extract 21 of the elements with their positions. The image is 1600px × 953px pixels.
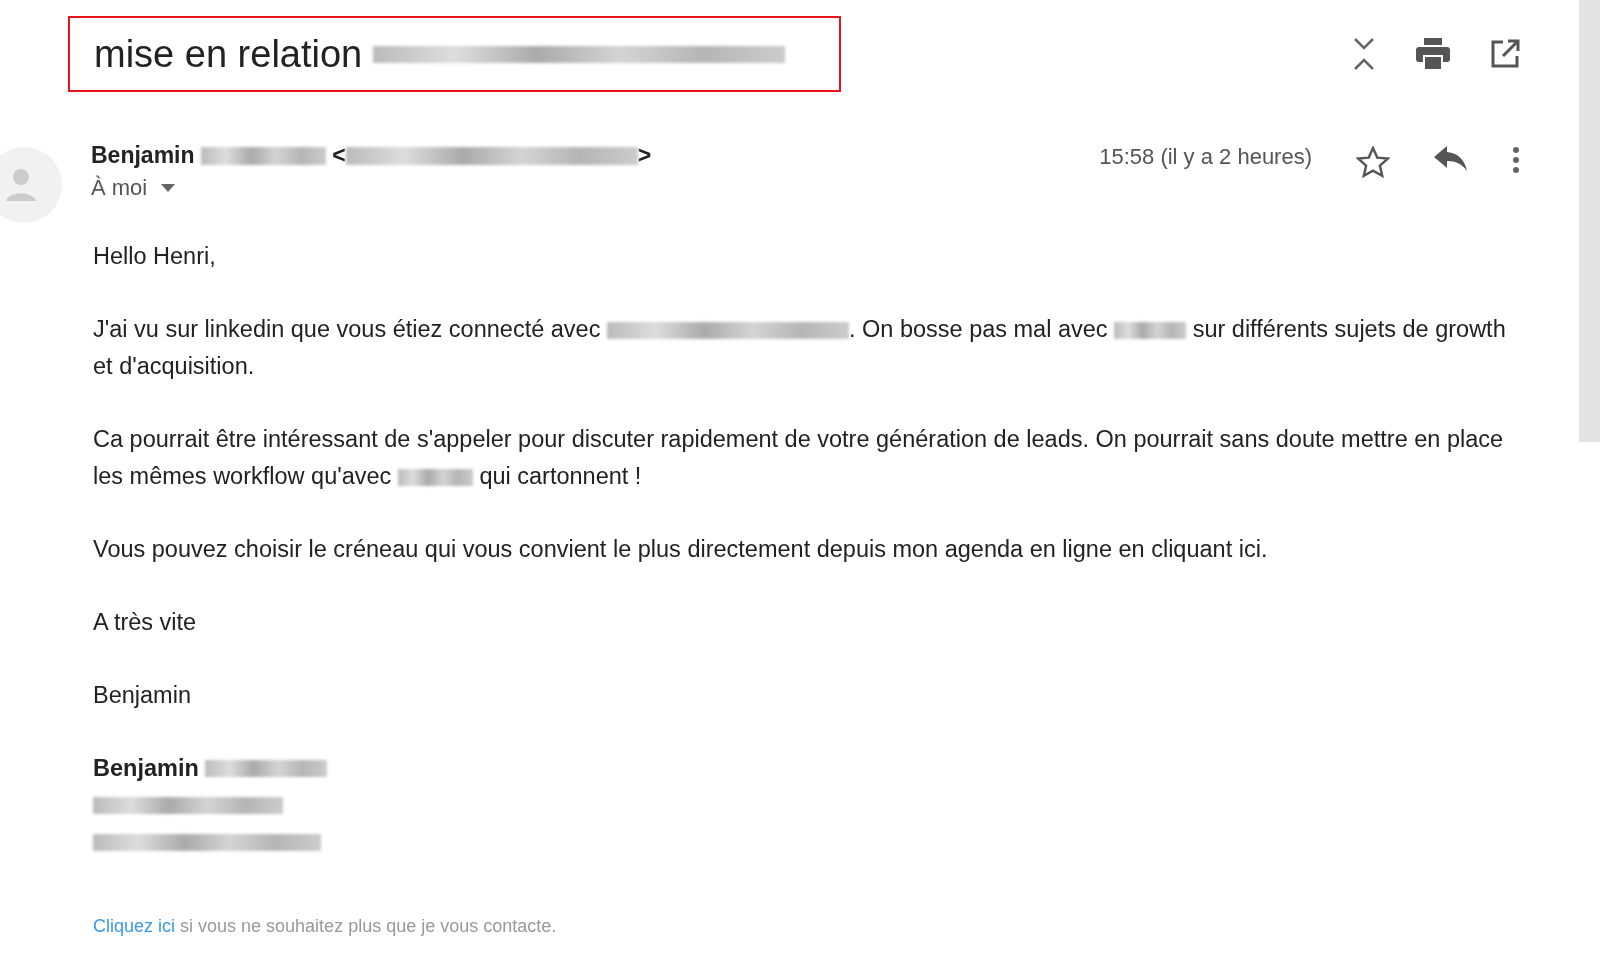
open-in-new-window-icon[interactable] [1490,39,1520,69]
avatar-icon [0,146,62,224]
scrollbar-thumb[interactable] [1579,0,1600,442]
email-subject: mise en relation [94,32,785,76]
email-paragraph: J'ai vu sur linkedin que vous étiez connecté avec . On bosse pas mal avec sur différents sujets de growth et d'acquisition. [93,315,1507,381]
email-paragraph: A très vite [93,608,198,637]
signature-name: Benjamin [93,754,200,783]
recipient-dropdown[interactable]: À moi [91,175,652,201]
email-paragraph: Vous pouvez choisir le créneau qui vous convient le plus directement depuis mon agenda en ligne en cliquant ici. [93,535,1269,564]
print-icon[interactable] [1416,38,1450,70]
reply-icon[interactable] [1434,146,1468,172]
email-paragraph: Hello Henri, [93,242,217,271]
caret-icon [161,184,176,192]
sender-name: Benjamin < > [91,142,652,169]
more-icon[interactable] [1512,146,1520,174]
email-paragraph: Benjamin [93,681,192,710]
email-paragraph: Ca pourrait être intéressant de s'appeler pour discuter rapidement de votre génération de leads. On pourrait sans doute mettre en place les mêmes workflow qu'avec qui cartonnent ! [93,425,1505,491]
unsubscribe-note: Cliquez ici si vous ne souhaitez plus que je vous contacte. [93,915,558,937]
email-time: 15:58 (il y a 2 heures) [1099,144,1312,170]
collapse-icon[interactable] [1352,36,1376,72]
star-icon[interactable] [1356,146,1390,178]
